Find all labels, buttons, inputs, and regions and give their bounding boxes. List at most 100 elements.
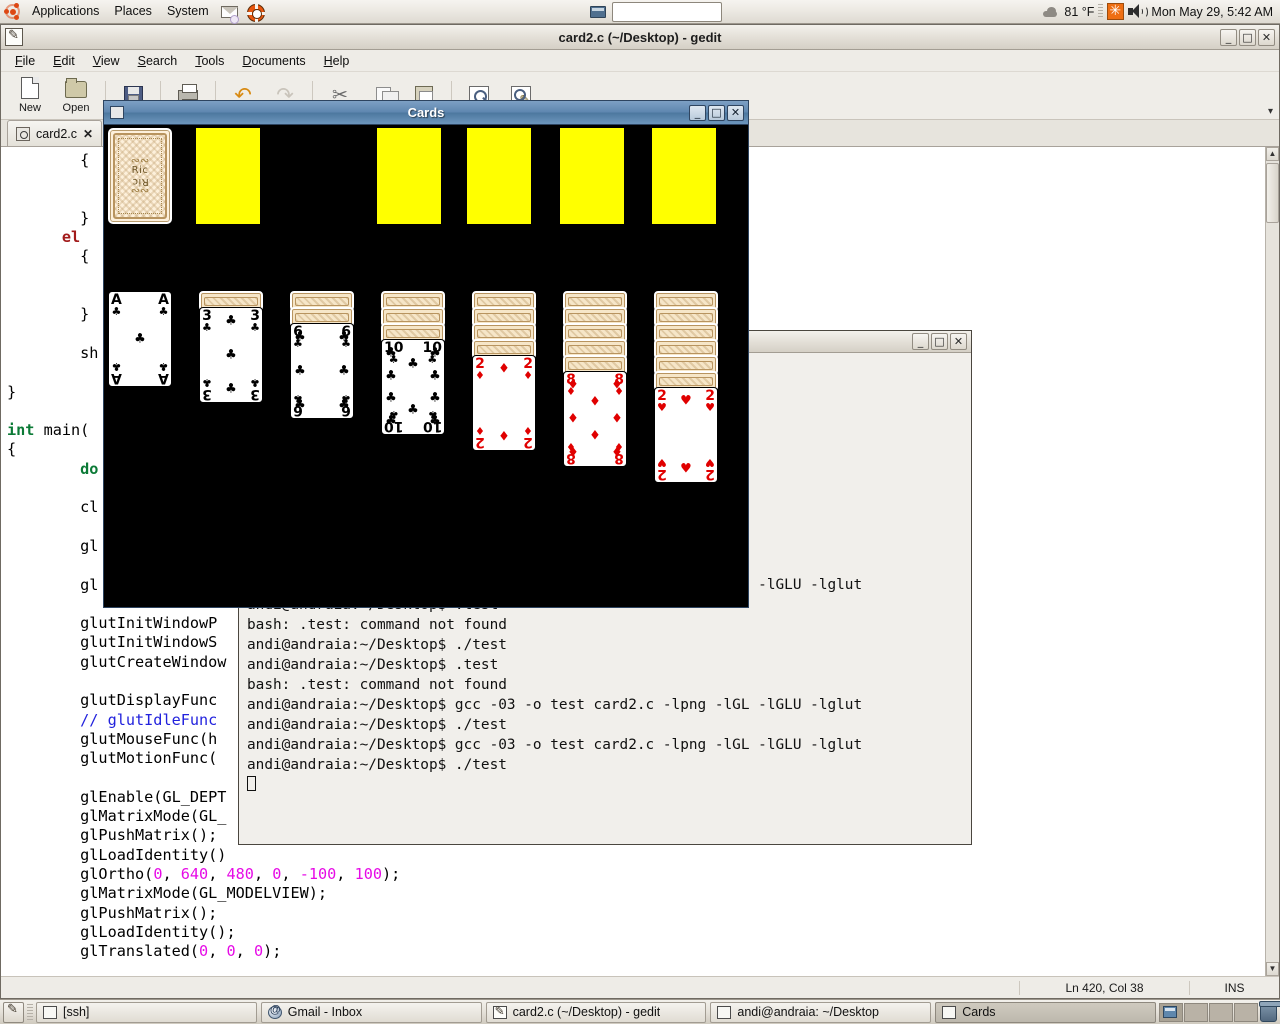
window-icon bbox=[43, 1005, 57, 1019]
close-button[interactable]: ✕ bbox=[950, 333, 967, 350]
maximize-button[interactable]: □ bbox=[931, 333, 948, 350]
gedit-title: card2.c (~/Desktop) - gedit bbox=[558, 29, 722, 45]
close-button[interactable]: ✕ bbox=[1258, 28, 1275, 46]
gedit-menu-help[interactable]: Help bbox=[316, 52, 358, 70]
panel-menu-group: Applications Places System bbox=[0, 1, 269, 24]
lifebuoy-icon[interactable] bbox=[246, 2, 269, 22]
taskbar-item-label: andi@andraia: ~/Desktop bbox=[737, 1005, 879, 1019]
taskbar-item-label: card2.c (~/Desktop) - gedit bbox=[512, 1005, 661, 1019]
code-line: glPushMatrix(); bbox=[7, 903, 218, 922]
code-line: glLoadIdentity() bbox=[7, 845, 227, 864]
taskbar-item-0[interactable]: [ssh] bbox=[36, 1001, 257, 1023]
gedit-window-controls: _ □ ✕ bbox=[1220, 28, 1275, 46]
gedit-titlebar[interactable]: card2.c (~/Desktop) - gedit _ □ ✕ bbox=[1, 25, 1279, 50]
gedit-menu-file[interactable]: File bbox=[7, 52, 43, 70]
cards-play-area[interactable]: ∾∾ Ric Ric ∾∾ A ♣ A ♣ A ♣ A ♣ ♣ 3 ♣ 3 ♣ 3 ♣ 3 ♣ ♣ ♣ ♣ 6 ♣ 6 ♣ 6 ♣ 6 ♣ ♣ ♣… bbox=[104, 125, 748, 607]
panel-tray: 81 °F Mon May 29, 5:42 AM bbox=[1043, 2, 1280, 20]
close-button[interactable]: ✕ bbox=[727, 104, 744, 121]
gmail-icon bbox=[267, 1004, 282, 1019]
code-line: glMatrixMode(GL_MODELVIEW); bbox=[7, 884, 328, 903]
card-back-label: Ric bbox=[131, 165, 149, 176]
card-slot-empty[interactable] bbox=[196, 128, 260, 224]
scroll-down-arrow-icon[interactable]: ▼ bbox=[1266, 962, 1279, 976]
workspace-2[interactable] bbox=[1184, 1002, 1208, 1022]
terminal-line: andi@andraia:~/Desktop$ ./test bbox=[247, 637, 507, 653]
terminal-line: andi@andraia:~/Desktop$ .test bbox=[247, 657, 499, 673]
scrollbar-thumb[interactable] bbox=[1266, 163, 1279, 223]
maximize-button[interactable]: □ bbox=[708, 104, 725, 121]
minimize-button[interactable]: _ bbox=[912, 333, 929, 350]
update-star-icon[interactable] bbox=[1107, 2, 1125, 20]
card-face-10♣[interactable]: 10 ♣ 10 ♣ 10 ♣ 10 ♣ ♣ ♣ ♣ ♣ ♣ ♣ ♣ ♣ ♣ ♣ bbox=[381, 339, 445, 435]
workspace-4[interactable] bbox=[1234, 1002, 1258, 1022]
workspace-switcher[interactable] bbox=[1159, 1002, 1258, 1022]
card-face-A♣[interactable]: A ♣ A ♣ A ♣ A ♣ ♣ bbox=[108, 291, 172, 387]
card-face-2♥[interactable]: 2 ♥ 2 ♥ 2 ♥ 2 ♥ ♥ ♥ bbox=[654, 387, 718, 483]
gedit-menu-documents[interactable]: Documents bbox=[234, 52, 313, 70]
envelope-icon[interactable] bbox=[220, 2, 242, 24]
workspace-3[interactable] bbox=[1209, 1002, 1233, 1022]
gedit-menu-edit[interactable]: Edit bbox=[45, 52, 83, 70]
window-icon bbox=[942, 1005, 957, 1019]
taskbar-item-3[interactable]: andi@andraia: ~/Desktop bbox=[710, 1001, 932, 1023]
taskbar-item-4[interactable]: Cards bbox=[935, 1001, 1156, 1023]
show-desktop-icon[interactable] bbox=[3, 1001, 24, 1023]
card-slot-empty[interactable] bbox=[560, 128, 624, 224]
card-pips: ♦ ♦ bbox=[498, 361, 510, 445]
tray-grip bbox=[1098, 4, 1104, 19]
gedit-menu-search[interactable]: Search bbox=[130, 52, 186, 70]
gedit-icon bbox=[492, 1004, 507, 1019]
card-back-label: Ric bbox=[131, 176, 149, 187]
cloud-weather-icon bbox=[1043, 6, 1060, 18]
volume-speaker-icon[interactable] bbox=[1128, 4, 1149, 19]
clock-label[interactable]: Mon May 29, 5:42 AM bbox=[1151, 5, 1273, 19]
card-face-3♣[interactable]: 3 ♣ 3 ♣ 3 ♣ 3 ♣ ♣ ♣ ♣ bbox=[199, 307, 263, 403]
cards-title: Cards bbox=[407, 105, 445, 120]
card-back[interactable]: ∾∾ Ric Ric ∾∾ bbox=[108, 128, 172, 224]
window-icon[interactable] bbox=[590, 5, 606, 18]
bottom-panel: [ssh] Gmail - Inbox card2.c (~/Desktop) - … bbox=[0, 999, 1280, 1024]
card-pips: ♣ ♣ ♣ bbox=[225, 313, 237, 397]
taskbar-item-1[interactable]: Gmail - Inbox bbox=[260, 1001, 482, 1023]
code-line: glLoadIdentity(); bbox=[7, 922, 236, 941]
new-button[interactable]: New bbox=[7, 77, 53, 114]
card-slot-empty[interactable] bbox=[377, 128, 441, 224]
minimize-button[interactable]: _ bbox=[1220, 28, 1237, 46]
cards-window-controls: _ □ ✕ bbox=[689, 104, 744, 121]
card-slot-empty[interactable] bbox=[467, 128, 531, 224]
editor-vertical-scrollbar[interactable]: ▲ ▼ bbox=[1265, 147, 1279, 976]
open-button-label: Open bbox=[62, 102, 90, 114]
taskbar-item-2[interactable]: card2.c (~/Desktop) - gedit bbox=[485, 1001, 707, 1023]
tab-card2c[interactable]: card2.c ✕ bbox=[7, 120, 103, 146]
terminal-line: andi@andraia:~/Desktop$ ./test bbox=[247, 717, 507, 733]
maximize-button[interactable]: □ bbox=[1239, 28, 1256, 46]
new-document-icon bbox=[18, 77, 42, 101]
minimize-button[interactable]: _ bbox=[689, 104, 706, 121]
open-button[interactable]: Open bbox=[53, 77, 99, 114]
top-panel: Applications Places System 81 °F Mon May… bbox=[0, 0, 1280, 24]
toolbar-overflow-chevron-down-icon[interactable]: ▾ bbox=[1268, 106, 1273, 117]
menu-places[interactable]: Places bbox=[108, 1, 158, 22]
tab-close-icon[interactable]: ✕ bbox=[83, 127, 93, 141]
gedit-menu-view[interactable]: View bbox=[85, 52, 128, 70]
gedit-menubar: File Edit View Search Tools Documents Help bbox=[1, 50, 1279, 72]
card-slot-empty[interactable] bbox=[652, 128, 716, 224]
insert-mode-label: INS bbox=[1189, 980, 1279, 995]
card-face-6♣[interactable]: 6 ♣ 6 ♣ 6 ♣ 6 ♣ ♣ ♣ ♣ ♣ ♣ ♣ bbox=[290, 323, 354, 419]
panel-right-group bbox=[1159, 1000, 1280, 1022]
window-icon bbox=[717, 1005, 732, 1019]
terminal-line: andi@andraia:~/Desktop$ gcc -03 -o test … bbox=[247, 697, 863, 713]
workspace-1[interactable] bbox=[1159, 1002, 1183, 1022]
card-face-2♦[interactable]: 2 ♦ 2 ♦ 2 ♦ 2 ♦ ♦ ♦ bbox=[472, 355, 536, 451]
scroll-up-arrow-icon[interactable]: ▲ bbox=[1266, 147, 1279, 161]
menu-system[interactable]: System bbox=[161, 1, 215, 22]
menu-applications[interactable]: Applications bbox=[26, 1, 105, 22]
cards-titlebar[interactable]: Cards _ □ ✕ bbox=[104, 101, 748, 125]
gedit-menu-tools[interactable]: Tools bbox=[187, 52, 232, 70]
trash-icon[interactable] bbox=[1259, 1000, 1280, 1022]
panel-entry[interactable] bbox=[612, 1, 722, 22]
terminal-window-controls: _ □ ✕ bbox=[912, 333, 967, 350]
card-face-8♦[interactable]: 8 ♦ 8 ♦ 8 ♦ 8 ♦ ♦ ♦ ♦ ♦ ♦ ♦ ♦ ♦ bbox=[563, 371, 627, 467]
card-pips: ♣ bbox=[134, 331, 146, 347]
